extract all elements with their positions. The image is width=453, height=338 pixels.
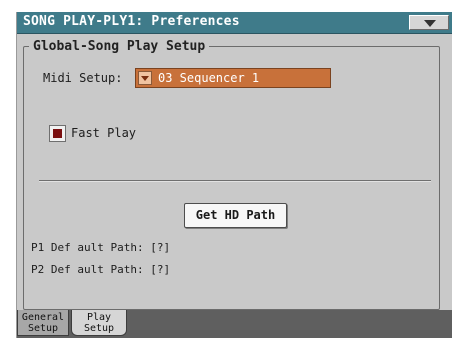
dropdown-arrow-icon[interactable]: [138, 71, 152, 85]
fast-play-label: Fast Play: [71, 126, 137, 140]
tab-label-line1: Play: [86, 312, 112, 323]
divider: [39, 180, 431, 182]
p2-default-path: P2 Def ault Path: [?]: [31, 263, 171, 276]
page-menu-button[interactable]: [409, 15, 449, 30]
p1-default-path: P1 Def ault Path: [?]: [31, 241, 171, 254]
tab-general-setup[interactable]: General Setup: [17, 310, 69, 336]
chevron-down-icon: [424, 20, 436, 27]
midi-setup-dropdown[interactable]: 03 Sequencer 1: [135, 68, 331, 88]
page-title: SONG PLAY-PLY1: Preferences: [23, 14, 240, 29]
tab-label-line1: General: [21, 312, 65, 323]
title-bar: SONG PLAY-PLY1: Preferences: [17, 12, 452, 34]
section-title: Global-Song Play Setup: [29, 39, 210, 54]
midi-setup-value: 03 Sequencer 1: [158, 71, 260, 85]
midi-setup-label: Midi Setup:: [43, 71, 123, 85]
chevron-down-icon: [141, 76, 149, 81]
preferences-window: SONG PLAY-PLY1: Preferences Global-Song …: [16, 12, 452, 338]
tab-bar: General Setup Play Setup: [17, 310, 452, 338]
get-hd-path-button[interactable]: Get HD Path: [184, 203, 287, 228]
tab-play-setup[interactable]: Play Setup: [71, 310, 127, 336]
fast-play-checkbox[interactable]: [49, 125, 66, 142]
checkbox-checked-mark: [53, 129, 62, 138]
tab-label-line2: Setup: [83, 323, 115, 334]
tab-label-line2: Setup: [27, 323, 59, 334]
